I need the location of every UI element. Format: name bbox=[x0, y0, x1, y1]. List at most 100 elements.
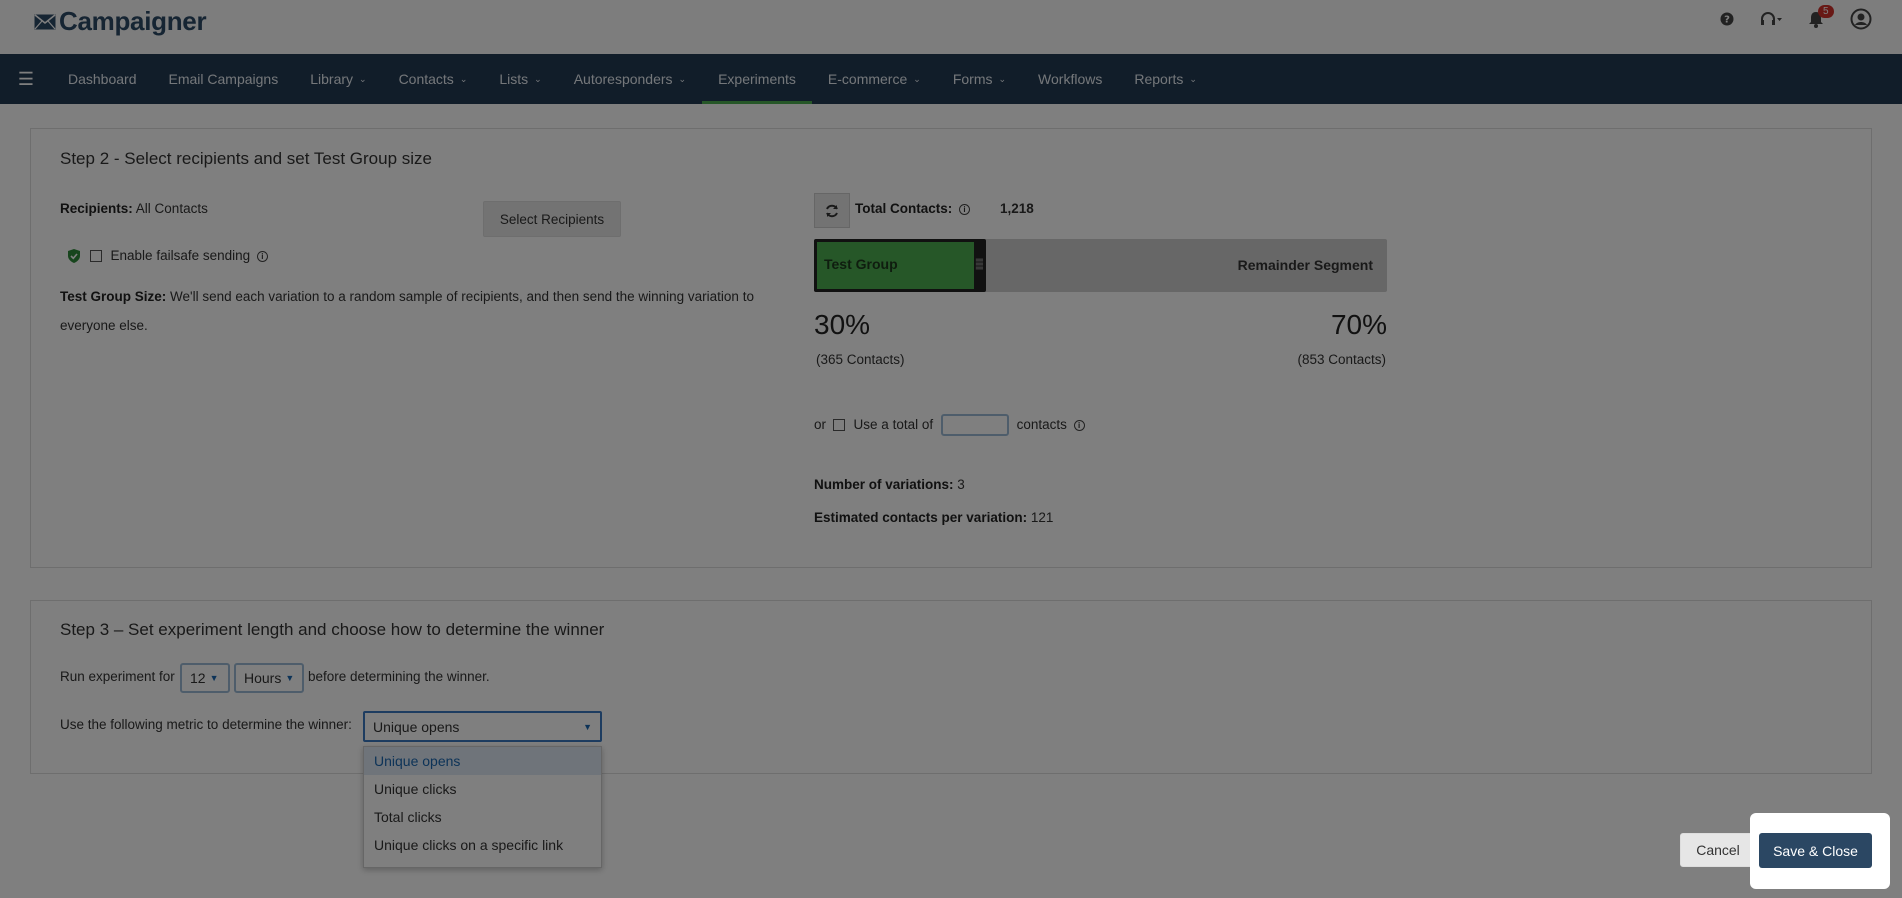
refresh-icon bbox=[826, 204, 838, 217]
chevron-down-icon: ⌄ bbox=[534, 73, 542, 84]
nav-item-label: E-commerce bbox=[827, 71, 908, 87]
duration-unit: Hours bbox=[244, 670, 282, 686]
nav-item-dashboard[interactable]: Dashboard bbox=[52, 54, 153, 104]
metric-option[interactable]: Unique clicks on a specific link bbox=[364, 831, 601, 859]
nav-item-label: Autoresponders bbox=[573, 71, 673, 87]
duration-value-select[interactable]: 12 ▼ bbox=[180, 663, 230, 693]
est-contacts-value: 121 bbox=[1030, 510, 1054, 525]
test-group-size-text: Test Group Size: We'll send each variati… bbox=[60, 282, 780, 340]
nav-item-label: Email Campaigns bbox=[168, 71, 279, 87]
test-group-bar[interactable]: Test Group ═ ═ ═ bbox=[814, 239, 986, 292]
nav-item-workflows[interactable]: Workflows bbox=[1022, 54, 1118, 104]
hamburger-menu-icon[interactable]: ☰ bbox=[0, 54, 52, 104]
est-contacts-row: Estimated contacts per variation: 121 bbox=[814, 510, 1053, 525]
refresh-button[interactable] bbox=[814, 193, 850, 228]
headset-icon[interactable] bbox=[1760, 12, 1782, 26]
remainder-contacts: (853 Contacts) bbox=[1297, 352, 1386, 367]
metric-dropdown-list: Unique opens Unique clicks Total clicks Uni… bbox=[363, 746, 602, 868]
remainder-percent: 70% bbox=[1330, 309, 1387, 340]
notifications-bell-icon[interactable]: 5 bbox=[1808, 4, 1834, 28]
metric-label: Use the following metric to determine th… bbox=[60, 717, 352, 732]
caret-down-icon: ▼ bbox=[583, 721, 592, 732]
main-nav: ☰ Dashboard Email Campaigns Library ⌄ Contac… bbox=[0, 54, 1902, 104]
num-variations-label: Number of variations: bbox=[814, 477, 954, 492]
help-icon[interactable]: ? bbox=[1720, 12, 1734, 26]
nav-item-lists[interactable]: Lists ⌄ bbox=[483, 54, 557, 104]
contacts-label: contacts bbox=[1016, 416, 1067, 432]
chevron-down-icon: ⌄ bbox=[1189, 73, 1197, 84]
slider-handle-icon[interactable]: ═ ═ ═ bbox=[976, 256, 983, 274]
nav-item-label: Dashboard bbox=[68, 71, 137, 87]
or-label: or bbox=[814, 416, 827, 432]
chevron-down-icon: ⌄ bbox=[459, 73, 468, 84]
failsafe-info-icon[interactable]: i bbox=[256, 250, 268, 262]
recipients-row: Recipients: All Contacts bbox=[60, 201, 208, 216]
recipients-value: All Contacts bbox=[135, 201, 208, 216]
use-total-label: Use a total of bbox=[853, 416, 934, 432]
use-total-row: or Use a total of contacts i bbox=[814, 414, 1085, 436]
test-group-label: Test Group bbox=[824, 256, 898, 272]
caret-down-icon: ▼ bbox=[285, 673, 295, 683]
nav-item-label: Library bbox=[310, 71, 354, 87]
svg-text:?: ? bbox=[1724, 15, 1730, 26]
total-contacts-value: 1,218 bbox=[1000, 201, 1034, 216]
total-contacts-info-icon[interactable]: i bbox=[959, 203, 971, 215]
test-group-contacts: (365 Contacts) bbox=[816, 352, 905, 367]
shield-check-icon bbox=[68, 249, 80, 264]
test-group-size-label: Test Group Size: bbox=[60, 289, 167, 304]
campaigner-logo[interactable]: Campaigner bbox=[34, 6, 207, 37]
nav-item-label: Lists bbox=[499, 71, 529, 87]
metric-select[interactable]: Unique opens ▼ bbox=[363, 711, 602, 742]
nav-item-forms[interactable]: Forms ⌄ bbox=[937, 54, 1022, 104]
notification-badge: 5 bbox=[1818, 4, 1834, 18]
duration-unit-select[interactable]: Hours ▼ bbox=[234, 663, 304, 693]
metric-value: Unique opens bbox=[373, 718, 460, 735]
user-avatar-icon[interactable] bbox=[1850, 8, 1872, 30]
nav-item-label: Forms bbox=[952, 71, 993, 87]
run-for-label: Run experiment for bbox=[60, 669, 175, 684]
test-group-slider[interactable]: Test Group ═ ═ ═ Remainder Segment bbox=[814, 239, 1387, 292]
failsafe-checkbox[interactable] bbox=[89, 250, 102, 263]
failsafe-row: Enable failsafe sending i bbox=[68, 248, 268, 264]
metric-option[interactable]: Total clicks bbox=[364, 803, 601, 831]
cancel-button[interactable]: Cancel bbox=[1680, 833, 1756, 867]
nav-item-e-commerce[interactable]: E-commerce ⌄ bbox=[812, 54, 937, 104]
total-contacts-label: Total Contacts: bbox=[855, 201, 953, 216]
chevron-down-icon: ⌄ bbox=[678, 73, 687, 84]
metric-option[interactable]: Unique clicks bbox=[364, 775, 601, 803]
nav-item-email-campaigns[interactable]: Email Campaigns bbox=[153, 54, 295, 104]
top-header: Campaigner ? 5 bbox=[0, 0, 1902, 54]
save-close-button[interactable]: Save & Close bbox=[1759, 833, 1872, 868]
before-label: before determining the winner. bbox=[308, 669, 490, 684]
envelope-logo-icon bbox=[34, 13, 56, 29]
nav-item-contacts[interactable]: Contacts ⌄ bbox=[383, 54, 484, 104]
total-contacts-input[interactable] bbox=[940, 414, 1009, 436]
use-total-checkbox[interactable] bbox=[832, 419, 845, 431]
nav-item-label: Contacts bbox=[398, 71, 454, 87]
remainder-segment-label: Remainder Segment bbox=[1237, 257, 1373, 273]
chevron-down-icon: ⌄ bbox=[913, 73, 921, 84]
test-group-percent: 30% bbox=[814, 309, 871, 340]
num-variations-row: Number of variations: 3 bbox=[814, 477, 965, 492]
nav-item-label: Workflows bbox=[1038, 71, 1103, 87]
logo-text: Campaigner bbox=[59, 6, 207, 36]
nav-item-reports[interactable]: Reports ⌄ bbox=[1118, 54, 1213, 104]
nav-item-autoresponders[interactable]: Autoresponders ⌄ bbox=[558, 54, 702, 104]
num-variations-value: 3 bbox=[957, 477, 965, 492]
total-contacts-row: Total Contacts: i bbox=[855, 201, 971, 216]
nav-item-label: Reports bbox=[1134, 71, 1184, 87]
select-recipients-button[interactable]: Select Recipients bbox=[483, 201, 621, 237]
step2-panel bbox=[30, 128, 1872, 568]
chevron-down-icon: ⌄ bbox=[998, 73, 1007, 84]
nav-item-library[interactable]: Library ⌄ bbox=[294, 54, 382, 104]
use-total-info-icon[interactable]: i bbox=[1073, 419, 1085, 431]
nav-item-experiments[interactable]: Experiments bbox=[702, 54, 812, 104]
caret-down-icon: ▼ bbox=[209, 673, 219, 683]
chevron-down-icon: ⌄ bbox=[359, 73, 367, 84]
nav-item-label: Experiments bbox=[718, 71, 796, 87]
step3-title: Step 3 – Set experiment length and choos… bbox=[60, 620, 605, 639]
step2-title: Step 2 - Select recipients and set Test … bbox=[60, 149, 432, 168]
recipients-label: Recipients: bbox=[60, 201, 133, 216]
metric-option[interactable]: Unique opens bbox=[364, 747, 601, 775]
est-contacts-label: Estimated contacts per variation: bbox=[814, 510, 1028, 525]
